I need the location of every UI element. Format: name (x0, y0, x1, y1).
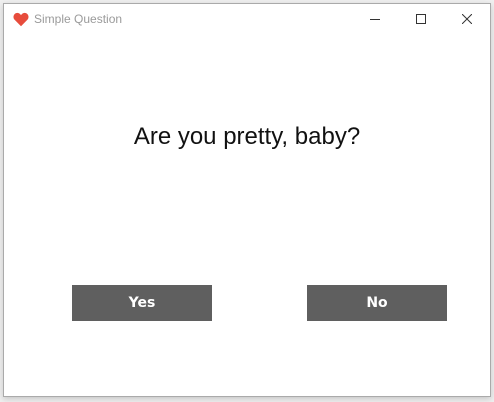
yes-button[interactable]: Yes (72, 285, 212, 321)
heart-icon (13, 12, 29, 27)
title-bar[interactable]: Simple Question (4, 4, 490, 34)
close-icon (462, 14, 472, 24)
minimize-button[interactable] (352, 4, 398, 34)
maximize-icon (416, 14, 426, 24)
maximize-button[interactable] (398, 4, 444, 34)
app-window: Simple Question Are you pretty, baby? Ye… (3, 3, 491, 397)
no-button[interactable]: No (307, 285, 447, 321)
close-button[interactable] (444, 4, 490, 34)
minimize-icon (370, 14, 380, 24)
question-text: Are you pretty, baby? (133, 123, 361, 150)
window-title: Simple Question (34, 12, 123, 26)
